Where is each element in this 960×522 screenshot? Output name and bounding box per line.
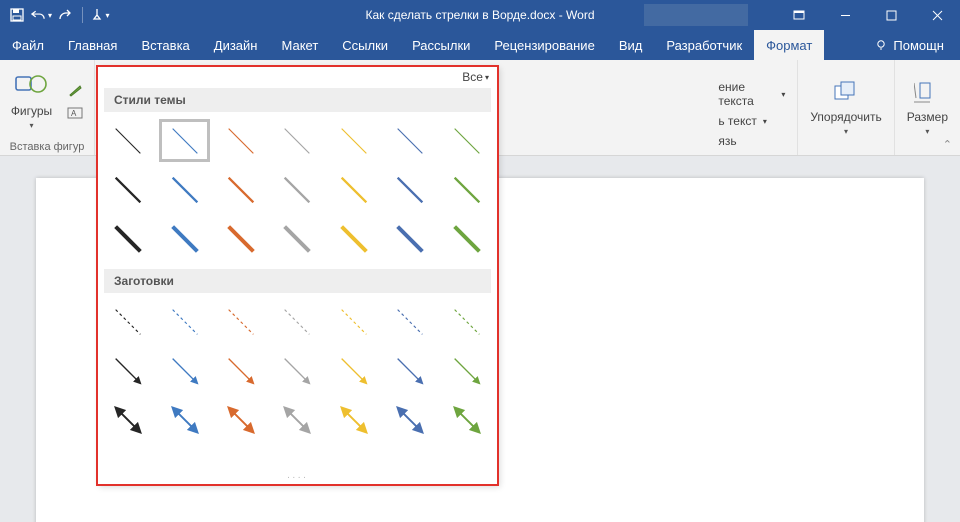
style-swatch[interactable] bbox=[213, 297, 269, 346]
style-swatch[interactable] bbox=[326, 395, 382, 444]
style-swatch[interactable] bbox=[439, 297, 495, 346]
user-account-button[interactable] bbox=[644, 4, 748, 26]
style-swatch[interactable] bbox=[156, 297, 212, 346]
svg-text:A: A bbox=[71, 109, 77, 118]
style-swatch[interactable] bbox=[156, 346, 212, 395]
tab-references[interactable]: Ссылки bbox=[330, 30, 400, 60]
gallery-section-theme-styles: Стили темы bbox=[104, 88, 491, 112]
text-box-icon[interactable]: A bbox=[61, 103, 89, 123]
style-swatch[interactable] bbox=[213, 116, 269, 165]
tab-file[interactable]: Файл bbox=[0, 30, 56, 60]
style-swatch[interactable] bbox=[156, 214, 212, 263]
style-swatch[interactable] bbox=[326, 346, 382, 395]
style-swatch[interactable] bbox=[269, 346, 325, 395]
style-swatch[interactable] bbox=[439, 395, 495, 444]
style-swatch[interactable] bbox=[382, 165, 438, 214]
redo-icon[interactable] bbox=[54, 4, 76, 26]
style-swatch[interactable] bbox=[326, 214, 382, 263]
gallery-all-filter[interactable]: Все▾ bbox=[462, 70, 489, 84]
tab-mailings[interactable]: Рассылки bbox=[400, 30, 482, 60]
style-swatch[interactable] bbox=[100, 214, 156, 263]
size-icon bbox=[914, 79, 940, 109]
maximize-button[interactable] bbox=[868, 0, 914, 30]
collapse-ribbon-icon[interactable]: ⌃ bbox=[943, 138, 952, 151]
tab-layout[interactable]: Макет bbox=[269, 30, 330, 60]
style-swatch[interactable] bbox=[439, 116, 495, 165]
style-swatch[interactable] bbox=[269, 165, 325, 214]
style-swatch[interactable] bbox=[213, 346, 269, 395]
size-label: Размер bbox=[907, 110, 948, 124]
shapes-button[interactable]: Фигуры▾ bbox=[5, 69, 58, 134]
save-icon[interactable] bbox=[6, 4, 28, 26]
style-swatch[interactable] bbox=[326, 165, 382, 214]
gallery-grid-theme bbox=[98, 114, 497, 265]
shapes-button-label: Фигуры bbox=[11, 104, 52, 118]
style-swatch[interactable] bbox=[382, 297, 438, 346]
style-swatch[interactable] bbox=[156, 116, 212, 165]
style-swatch[interactable] bbox=[213, 214, 269, 263]
ribbon-group-label: Вставка фигур bbox=[10, 139, 85, 153]
text-option-1[interactable]: ение текста▾ bbox=[712, 77, 791, 111]
style-swatch[interactable] bbox=[326, 116, 382, 165]
tab-view[interactable]: Вид bbox=[607, 30, 655, 60]
style-swatch[interactable] bbox=[269, 116, 325, 165]
style-swatch[interactable] bbox=[439, 346, 495, 395]
style-swatch[interactable] bbox=[100, 116, 156, 165]
shape-style-gallery: Все▾ Стили темы Заготовки ···· bbox=[97, 66, 498, 485]
tab-design[interactable]: Дизайн bbox=[202, 30, 270, 60]
edit-shape-icon[interactable] bbox=[61, 81, 89, 101]
arrange-button[interactable]: Упорядочить▾ bbox=[804, 75, 887, 140]
ribbon-group-insert-shapes: Фигуры▾ A Вставка фигур bbox=[0, 60, 95, 155]
style-swatch[interactable] bbox=[156, 165, 212, 214]
minimize-button[interactable] bbox=[822, 0, 868, 30]
ribbon-group-text: ение текста▾ ь текст▾ язь bbox=[708, 60, 798, 155]
arrange-icon bbox=[831, 79, 861, 109]
tab-format[interactable]: Формат bbox=[754, 30, 824, 60]
tab-developer[interactable]: Разработчик bbox=[654, 30, 754, 60]
tell-me-help[interactable]: Помощн bbox=[863, 30, 960, 60]
tab-review[interactable]: Рецензирование bbox=[482, 30, 606, 60]
style-swatch[interactable] bbox=[213, 165, 269, 214]
help-label: Помощн bbox=[893, 38, 944, 53]
tab-home[interactable]: Главная bbox=[56, 30, 129, 60]
size-button[interactable]: Размер▾ bbox=[901, 75, 954, 140]
undo-icon[interactable]: ▾ bbox=[30, 4, 52, 26]
style-swatch[interactable] bbox=[439, 214, 495, 263]
gallery-section-presets: Заготовки bbox=[104, 269, 491, 293]
style-swatch[interactable] bbox=[382, 346, 438, 395]
style-swatch[interactable] bbox=[269, 395, 325, 444]
bulb-icon bbox=[875, 39, 887, 51]
style-swatch[interactable] bbox=[100, 346, 156, 395]
style-swatch[interactable] bbox=[382, 214, 438, 263]
style-swatch[interactable] bbox=[156, 395, 212, 444]
shapes-icon bbox=[14, 73, 50, 103]
style-swatch[interactable] bbox=[269, 214, 325, 263]
text-option-2[interactable]: ь текст▾ bbox=[712, 111, 773, 131]
style-swatch[interactable] bbox=[326, 297, 382, 346]
style-swatch[interactable] bbox=[100, 297, 156, 346]
style-swatch[interactable] bbox=[100, 395, 156, 444]
ribbon-tabs: Файл Главная Вставка Дизайн Макет Ссылки… bbox=[0, 30, 960, 60]
style-swatch[interactable] bbox=[439, 165, 495, 214]
gallery-resize-handle[interactable]: ···· bbox=[98, 470, 497, 484]
ribbon-display-options-icon[interactable] bbox=[776, 0, 822, 30]
ribbon-group-arrange: Упорядочить▾ bbox=[798, 60, 894, 155]
tab-insert[interactable]: Вставка bbox=[129, 30, 201, 60]
style-swatch[interactable] bbox=[269, 297, 325, 346]
close-button[interactable] bbox=[914, 0, 960, 30]
style-swatch[interactable] bbox=[382, 395, 438, 444]
gallery-grid-presets bbox=[98, 295, 497, 446]
touch-mode-icon[interactable]: ▾ bbox=[89, 4, 111, 26]
style-swatch[interactable] bbox=[213, 395, 269, 444]
style-swatch[interactable] bbox=[100, 165, 156, 214]
arrange-label: Упорядочить bbox=[810, 110, 881, 124]
style-swatch[interactable] bbox=[382, 116, 438, 165]
title-bar: ▾ ▾ Как сделать стрелки в Ворде.docx - W… bbox=[0, 0, 960, 30]
text-option-3[interactable]: язь bbox=[712, 131, 742, 151]
